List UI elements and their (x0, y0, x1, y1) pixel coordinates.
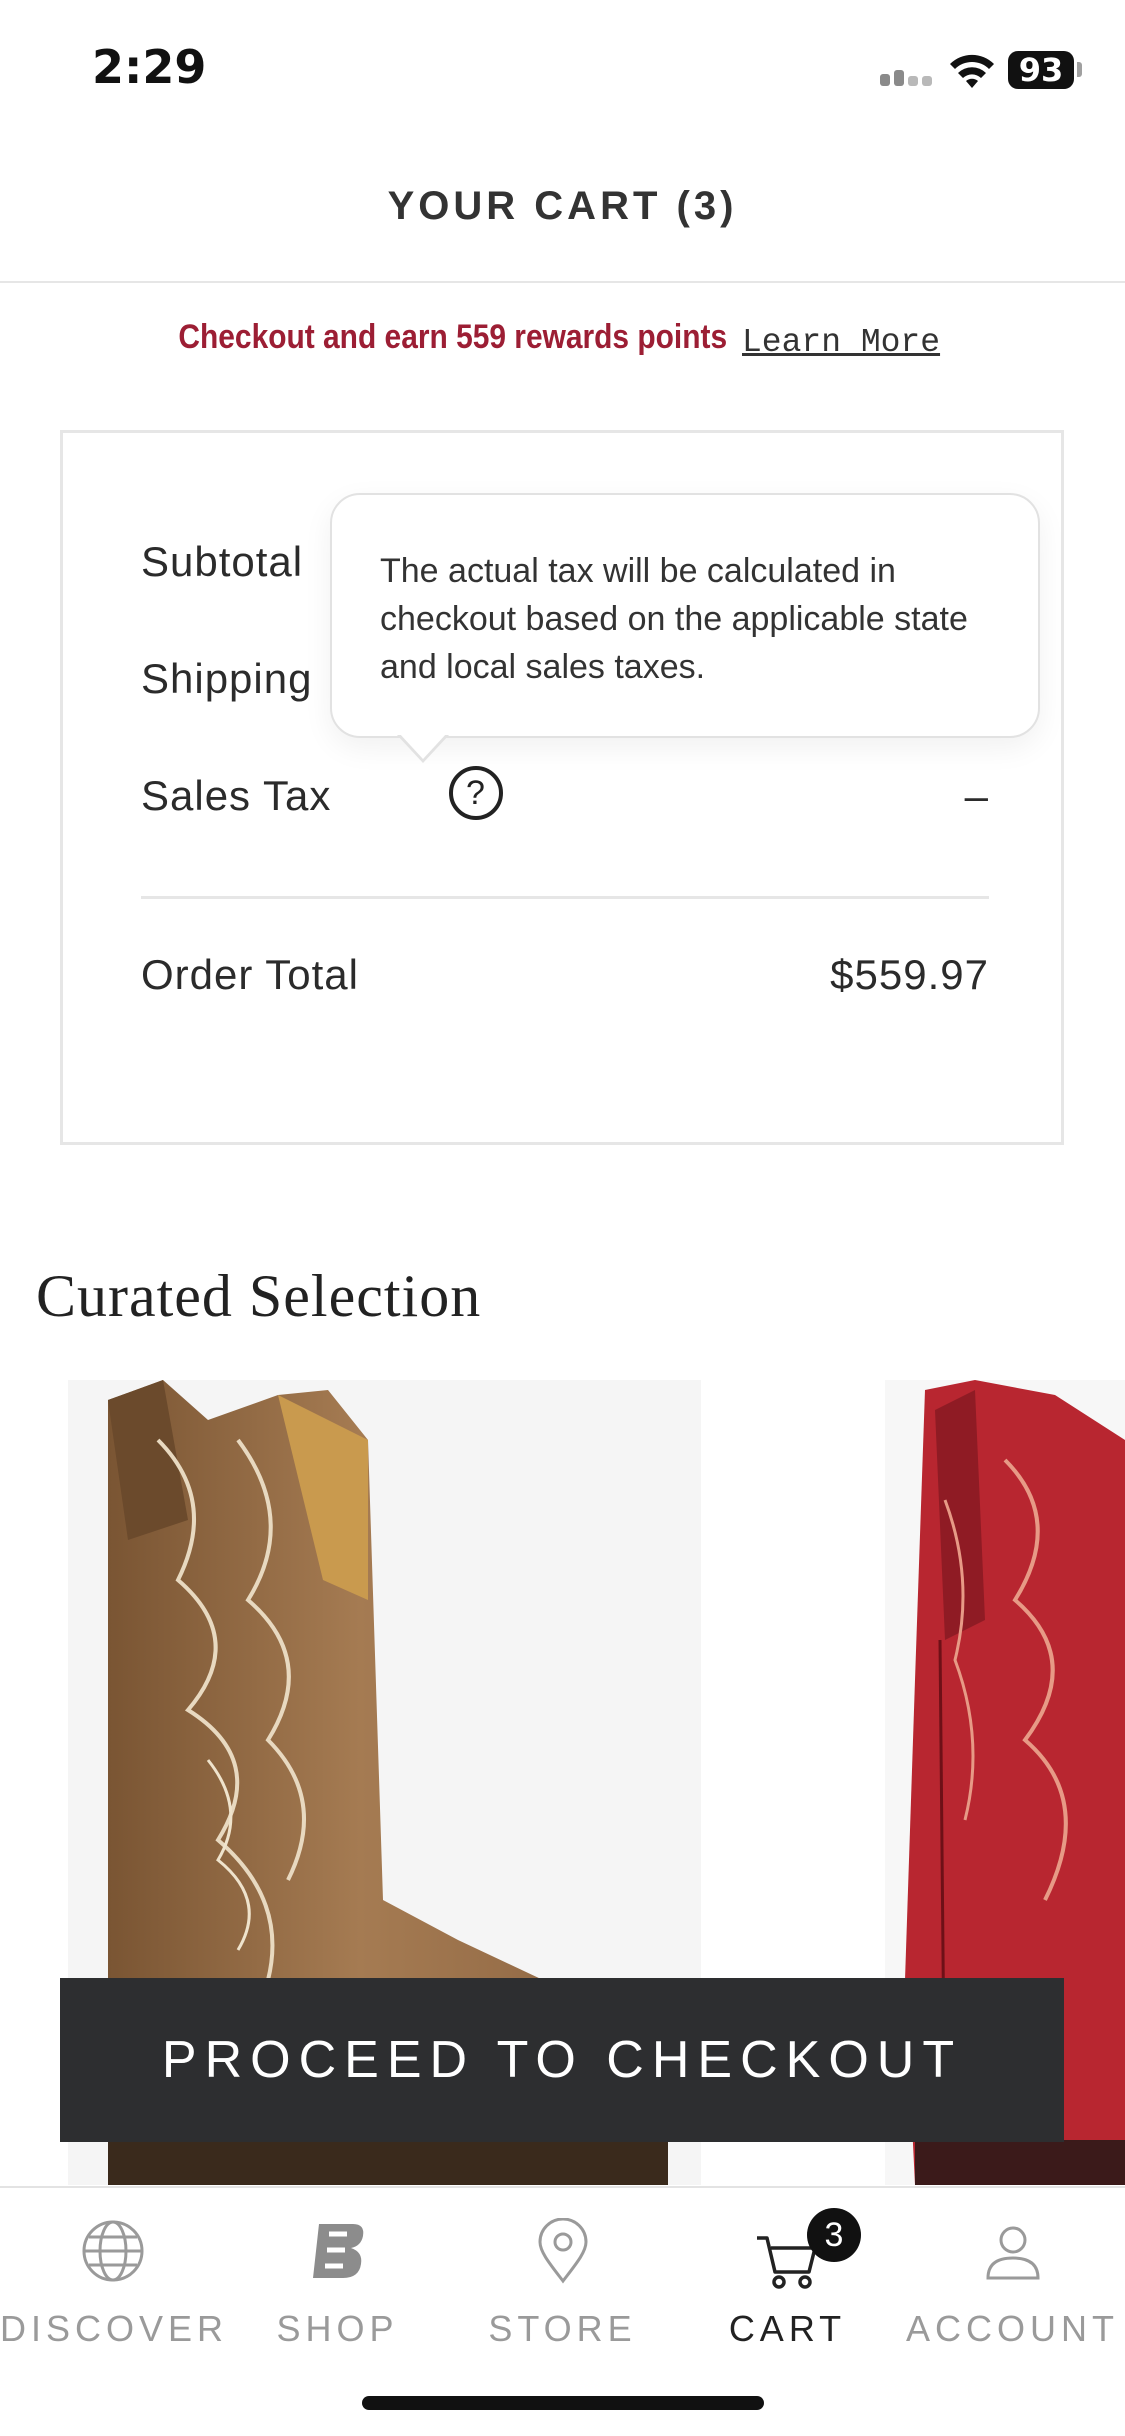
rewards-text: Checkout and earn 559 rewards points (178, 318, 727, 356)
tab-label: SHOP (276, 2308, 399, 2349)
tab-discover[interactable]: DISCOVER (0, 2208, 229, 2349)
order-total-value: $559.97 (830, 951, 989, 998)
home-indicator (362, 2396, 764, 2410)
sales-tax-label: Sales Tax (141, 772, 332, 819)
tab-store[interactable]: STORE (450, 2208, 675, 2349)
summary-divider (141, 896, 989, 899)
rewards-banner: Checkout and earn 559 rewards points Lea… (0, 318, 1125, 361)
brand-logo-icon (313, 2224, 364, 2278)
subtotal-label: Subtotal (141, 538, 304, 585)
location-pin-icon (538, 2218, 588, 2284)
page-title: YOUR CART (3) (387, 184, 738, 228)
tab-label: ACCOUNT (906, 2308, 1119, 2349)
tooltip-arrow-fill (399, 733, 447, 759)
cart-count-badge: 3 (807, 2208, 861, 2262)
battery-icon: 93 (1008, 51, 1074, 89)
globe-icon (82, 2220, 144, 2282)
cellular-signal-icon (880, 64, 936, 86)
status-time: 2:29 (92, 40, 207, 94)
tab-label: STORE (488, 2308, 637, 2349)
help-icon[interactable]: ? (449, 766, 503, 820)
shipping-label: Shipping (141, 655, 313, 702)
tab-shop[interactable]: SHOP (225, 2208, 450, 2349)
sales-tax-tooltip: The actual tax will be calculated in che… (330, 493, 1040, 738)
status-bar: 2:29 93 (0, 0, 1125, 130)
tab-cart[interactable]: 3 CART (675, 2208, 900, 2349)
person-icon (986, 2226, 1040, 2280)
tab-label: DISCOVER (0, 2308, 229, 2349)
order-total-label: Order Total (141, 951, 359, 998)
curated-selection-title: Curated Selection (36, 1263, 482, 1329)
learn-more-link[interactable]: Learn More (742, 324, 940, 361)
tab-account[interactable]: ACCOUNT (900, 2208, 1125, 2349)
sales-tax-value: – (964, 772, 989, 819)
wifi-icon (950, 54, 994, 88)
tab-label: CART (728, 2308, 847, 2349)
header: YOUR CART (3) (0, 130, 1125, 283)
proceed-to-checkout-button[interactable]: PROCEED TO CHECKOUT (60, 1978, 1064, 2142)
battery-tip (1077, 62, 1082, 77)
tooltip-text: The actual tax will be calculated in che… (380, 552, 968, 686)
